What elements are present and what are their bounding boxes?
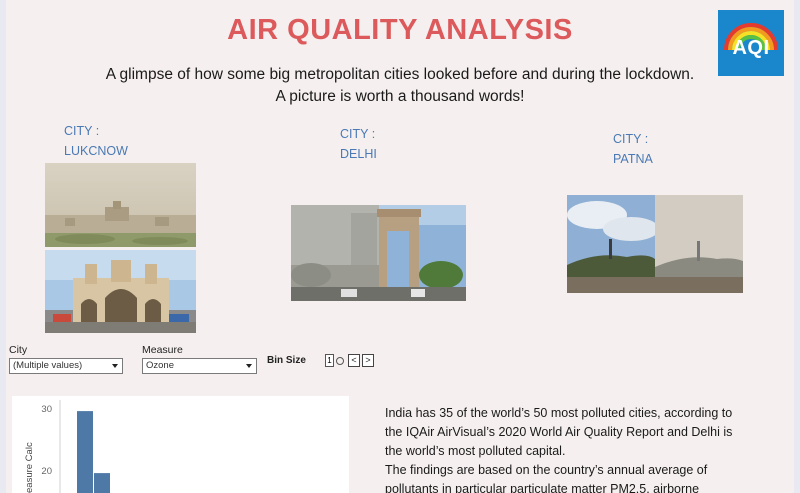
description-line-2: the IQAir AirVisual’s 2020 World Air Qua… (385, 425, 733, 439)
logo-text: AQI (732, 37, 770, 59)
city-label-lucknow: CITY : LUKCNOW (64, 121, 128, 161)
page-title: AIR QUALITY ANALYSIS (227, 14, 573, 46)
description-text: India has 35 of the world’s 50 most poll… (385, 404, 785, 493)
bin-size-increment-button[interactable]: > (362, 354, 374, 367)
bin-size-decrement-button[interactable]: < (348, 354, 360, 367)
subtitle-line-1: A glimpse of how some big metropolitan c… (105, 66, 695, 83)
city-filter-dropdown[interactable]: (Multiple values) (9, 358, 123, 374)
bin-size-label: Bin Size (267, 355, 306, 366)
city-filter-value: (Multiple values) (13, 360, 83, 371)
city-name: LUKCNOW (64, 144, 128, 158)
city-label-prefix: CITY : (64, 124, 100, 138)
y-tick-label: 20 (41, 466, 52, 477)
histogram-chart: 20 30 easure Calc (24, 400, 110, 493)
bin-size-input[interactable]: 1 (325, 354, 334, 367)
subtitle-line-2: A picture is worth a thousand words! (275, 88, 525, 105)
description-line-3: the world’s most polluted capital. (385, 444, 566, 458)
y-axis-label: easure Calc (24, 442, 35, 493)
delhi-lockdown-comparison-image (291, 205, 466, 301)
measure-filter-dropdown[interactable]: Ozone (142, 358, 257, 374)
measure-filter-value: Ozone (146, 360, 174, 371)
patna-lockdown-comparison-image (567, 195, 743, 293)
city-filter-label: City (9, 344, 28, 356)
chevron-down-icon (246, 364, 252, 368)
city-name: PATNA (613, 152, 653, 166)
city-name: DELHI (340, 147, 377, 161)
measure-filter-label: Measure (142, 344, 183, 356)
lucknow-lockdown-before-image (45, 163, 196, 247)
city-label-delhi: CITY : DELHI (340, 124, 377, 164)
city-label-prefix: CITY : (613, 132, 649, 146)
chevron-down-icon (112, 364, 118, 368)
histogram-bar[interactable] (77, 411, 93, 493)
city-label-prefix: CITY : (340, 127, 376, 141)
histogram-bar[interactable] (94, 473, 110, 493)
description-line-4: The findings are based on the country’s … (385, 463, 708, 477)
subtitle: A glimpse of how some big metropolitan c… (6, 64, 794, 108)
description-line-1: India has 35 of the world’s 50 most poll… (385, 406, 733, 420)
description-line-5: pollutants in particular particulate mat… (385, 482, 700, 493)
lucknow-lockdown-after-image (45, 250, 196, 333)
bin-size-slider-handle[interactable] (336, 357, 344, 365)
histogram-panel: 20 30 easure Calc (12, 396, 349, 493)
city-label-patna: CITY : PATNA (613, 129, 653, 169)
y-tick-label: 30 (41, 404, 52, 415)
dashboard: AIR QUALITY ANALYSIS AQI A glimpse of ho… (6, 0, 794, 493)
